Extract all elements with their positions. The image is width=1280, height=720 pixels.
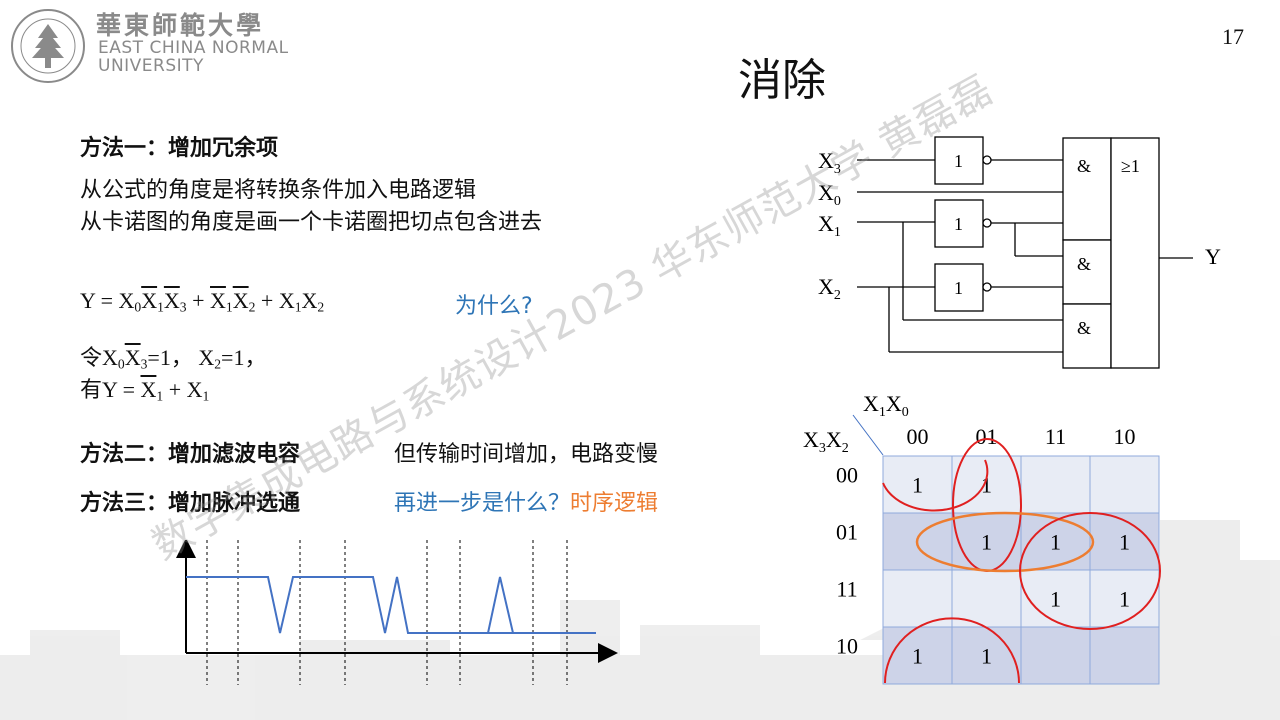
method3-answer: 时序逻辑 bbox=[570, 491, 659, 516]
logo-english-name-line1: EAST CHINA NORMAL bbox=[98, 38, 289, 58]
formula-y: Y = X0X1X3 + X1X2 + X1X2 bbox=[80, 288, 325, 315]
kmap-cell-value: 1 bbox=[1119, 530, 1130, 555]
not-gate-1-label: 1 bbox=[954, 151, 963, 171]
kmap-row-header: 00 bbox=[836, 463, 858, 488]
university-emblem-logo bbox=[11, 9, 85, 83]
kmap-cell bbox=[1089, 626, 1160, 685]
waveform-gridlines bbox=[206, 540, 568, 685]
method3-question: 再进一步是什么？ bbox=[394, 491, 571, 516]
kmap-col-header: 10 bbox=[1114, 424, 1136, 449]
method3-question-line: 再进一步是什么？时序逻辑 bbox=[394, 485, 658, 517]
kmap-cell-value: 1 bbox=[912, 473, 923, 498]
kmap-cell bbox=[1089, 455, 1160, 514]
kmap-cell bbox=[1020, 626, 1091, 685]
slide-title: 消除 bbox=[738, 55, 826, 106]
kmap-col-header: 00 bbox=[907, 424, 929, 449]
kmap-cell-value: 1 bbox=[1050, 530, 1061, 555]
and-gate-2-label: & bbox=[1077, 254, 1091, 274]
kmap-row-header: 10 bbox=[836, 634, 858, 659]
method1-line1: 从公式的角度是将转换条件加入电路逻辑 bbox=[80, 178, 477, 203]
kmap-cell-value: 1 bbox=[981, 644, 992, 669]
logo-chinese-name: 華東師範大學 bbox=[96, 11, 265, 40]
have-prefix: 有 bbox=[80, 378, 103, 403]
method1-line2: 从卡诺图的角度是画一个卡诺圈把切点包含进去 bbox=[80, 210, 543, 235]
formula-have: 有Y = X1 + X1 bbox=[80, 377, 210, 404]
formula-let: 令X0X3=1， X2=1， bbox=[80, 345, 267, 372]
kmap-cell-value: 1 bbox=[981, 530, 992, 555]
kmap-cell bbox=[1020, 455, 1091, 514]
method2-note: 但传输时间增加，电路变慢 bbox=[394, 442, 659, 467]
kmap-cell-value: 1 bbox=[912, 644, 923, 669]
input-x2-label: X2 bbox=[818, 274, 841, 303]
method1-heading: 方法一：增加冗余项 bbox=[80, 136, 279, 161]
kmap-col-header: 11 bbox=[1045, 424, 1066, 449]
kmap-row-variable: X3X2 bbox=[803, 427, 849, 456]
kmap-row-header: 11 bbox=[836, 577, 857, 602]
karnaugh-map: X1X0 X3X2 00 01 11 10000111101 11 1 11 11 1 bbox=[803, 391, 1161, 685]
and-gate-1-label: & bbox=[1077, 156, 1091, 176]
waveform-signal bbox=[186, 576, 596, 634]
let-prefix: 令 bbox=[80, 346, 103, 371]
kmap-row-header: 01 bbox=[836, 520, 858, 545]
let-condition1: =1， bbox=[147, 345, 193, 370]
output-y-label: Y bbox=[1205, 244, 1221, 269]
and-gate-3-label: & bbox=[1077, 318, 1091, 338]
or-gate-label: ≥1 bbox=[1121, 156, 1140, 176]
waveform-signal-glitch bbox=[487, 576, 596, 634]
kmap-col-header: 01 bbox=[976, 424, 998, 449]
and-gate-1 bbox=[1062, 137, 1112, 241]
not-gate-2-label: 1 bbox=[954, 214, 963, 234]
glitch-waveform bbox=[176, 540, 618, 685]
logo-english-name-line2: UNIVERSITY bbox=[98, 56, 204, 76]
kmap-cell-value: 1 bbox=[1050, 587, 1061, 612]
not-gate-3-label: 1 bbox=[954, 278, 963, 298]
input-x1-label: X1 bbox=[818, 211, 841, 240]
let-condition2: =1， bbox=[221, 345, 267, 370]
page-number: 17 bbox=[1222, 24, 1244, 49]
kmap-column-variable: X1X0 bbox=[863, 391, 909, 420]
kmap-cell-value: 1 bbox=[1119, 587, 1130, 612]
